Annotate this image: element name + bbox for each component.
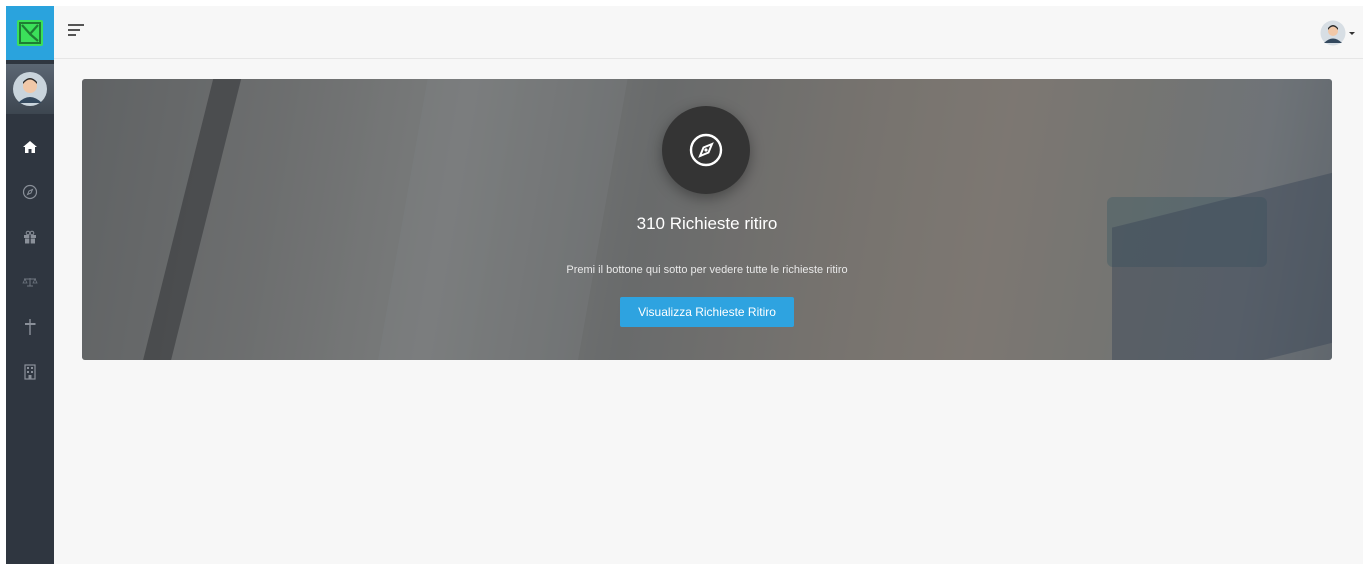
top-navbar [54,6,1363,59]
sidebar-avatar[interactable] [6,64,54,114]
user-menu-button[interactable] [1320,20,1355,46]
avatar-icon [13,72,47,106]
brand-logo-area[interactable] [6,6,54,60]
sidebar-item-gift[interactable] [6,214,54,259]
hero-card: 310 Richieste ritiro Premi il bottone qu… [82,79,1332,360]
hero-subtitle: Premi il bottone qui sotto per vedere tu… [566,264,848,276]
hero-content: 310 Richieste ritiro Premi il bottone qu… [82,79,1332,360]
sidebar [6,6,54,564]
home-icon [23,140,37,153]
logo-icon [17,20,43,46]
hamburger-menu-button[interactable] [68,24,86,38]
sidebar-item-signpost[interactable] [6,304,54,349]
chevron-down-icon [1349,31,1355,35]
hero-title: 310 Richieste ritiro [636,214,778,233]
hamburger-line [68,29,80,31]
main-content: 310 Richieste ritiro Premi il bottone qu… [54,59,1363,564]
view-pickup-requests-button[interactable]: Visualizza Richieste Ritiro [620,297,794,327]
hero-icon-badge [662,106,750,194]
sidebar-item-compass[interactable] [6,169,54,214]
gift-icon [24,230,36,243]
sidebar-item-scale[interactable] [6,259,54,304]
sidebar-item-building[interactable] [6,349,54,394]
sidebar-nav [6,124,54,394]
hamburger-line [68,24,84,26]
sidebar-item-home[interactable] [6,124,54,169]
compass-icon [689,133,723,167]
signpost-icon [25,318,36,335]
app-window: 310 Richieste ritiro Premi il bottone qu… [0,0,1363,564]
user-avatar-icon [1320,20,1346,46]
hamburger-line [68,34,76,36]
scale-icon [22,277,38,286]
building-icon [24,363,36,380]
compass-icon [22,184,38,199]
